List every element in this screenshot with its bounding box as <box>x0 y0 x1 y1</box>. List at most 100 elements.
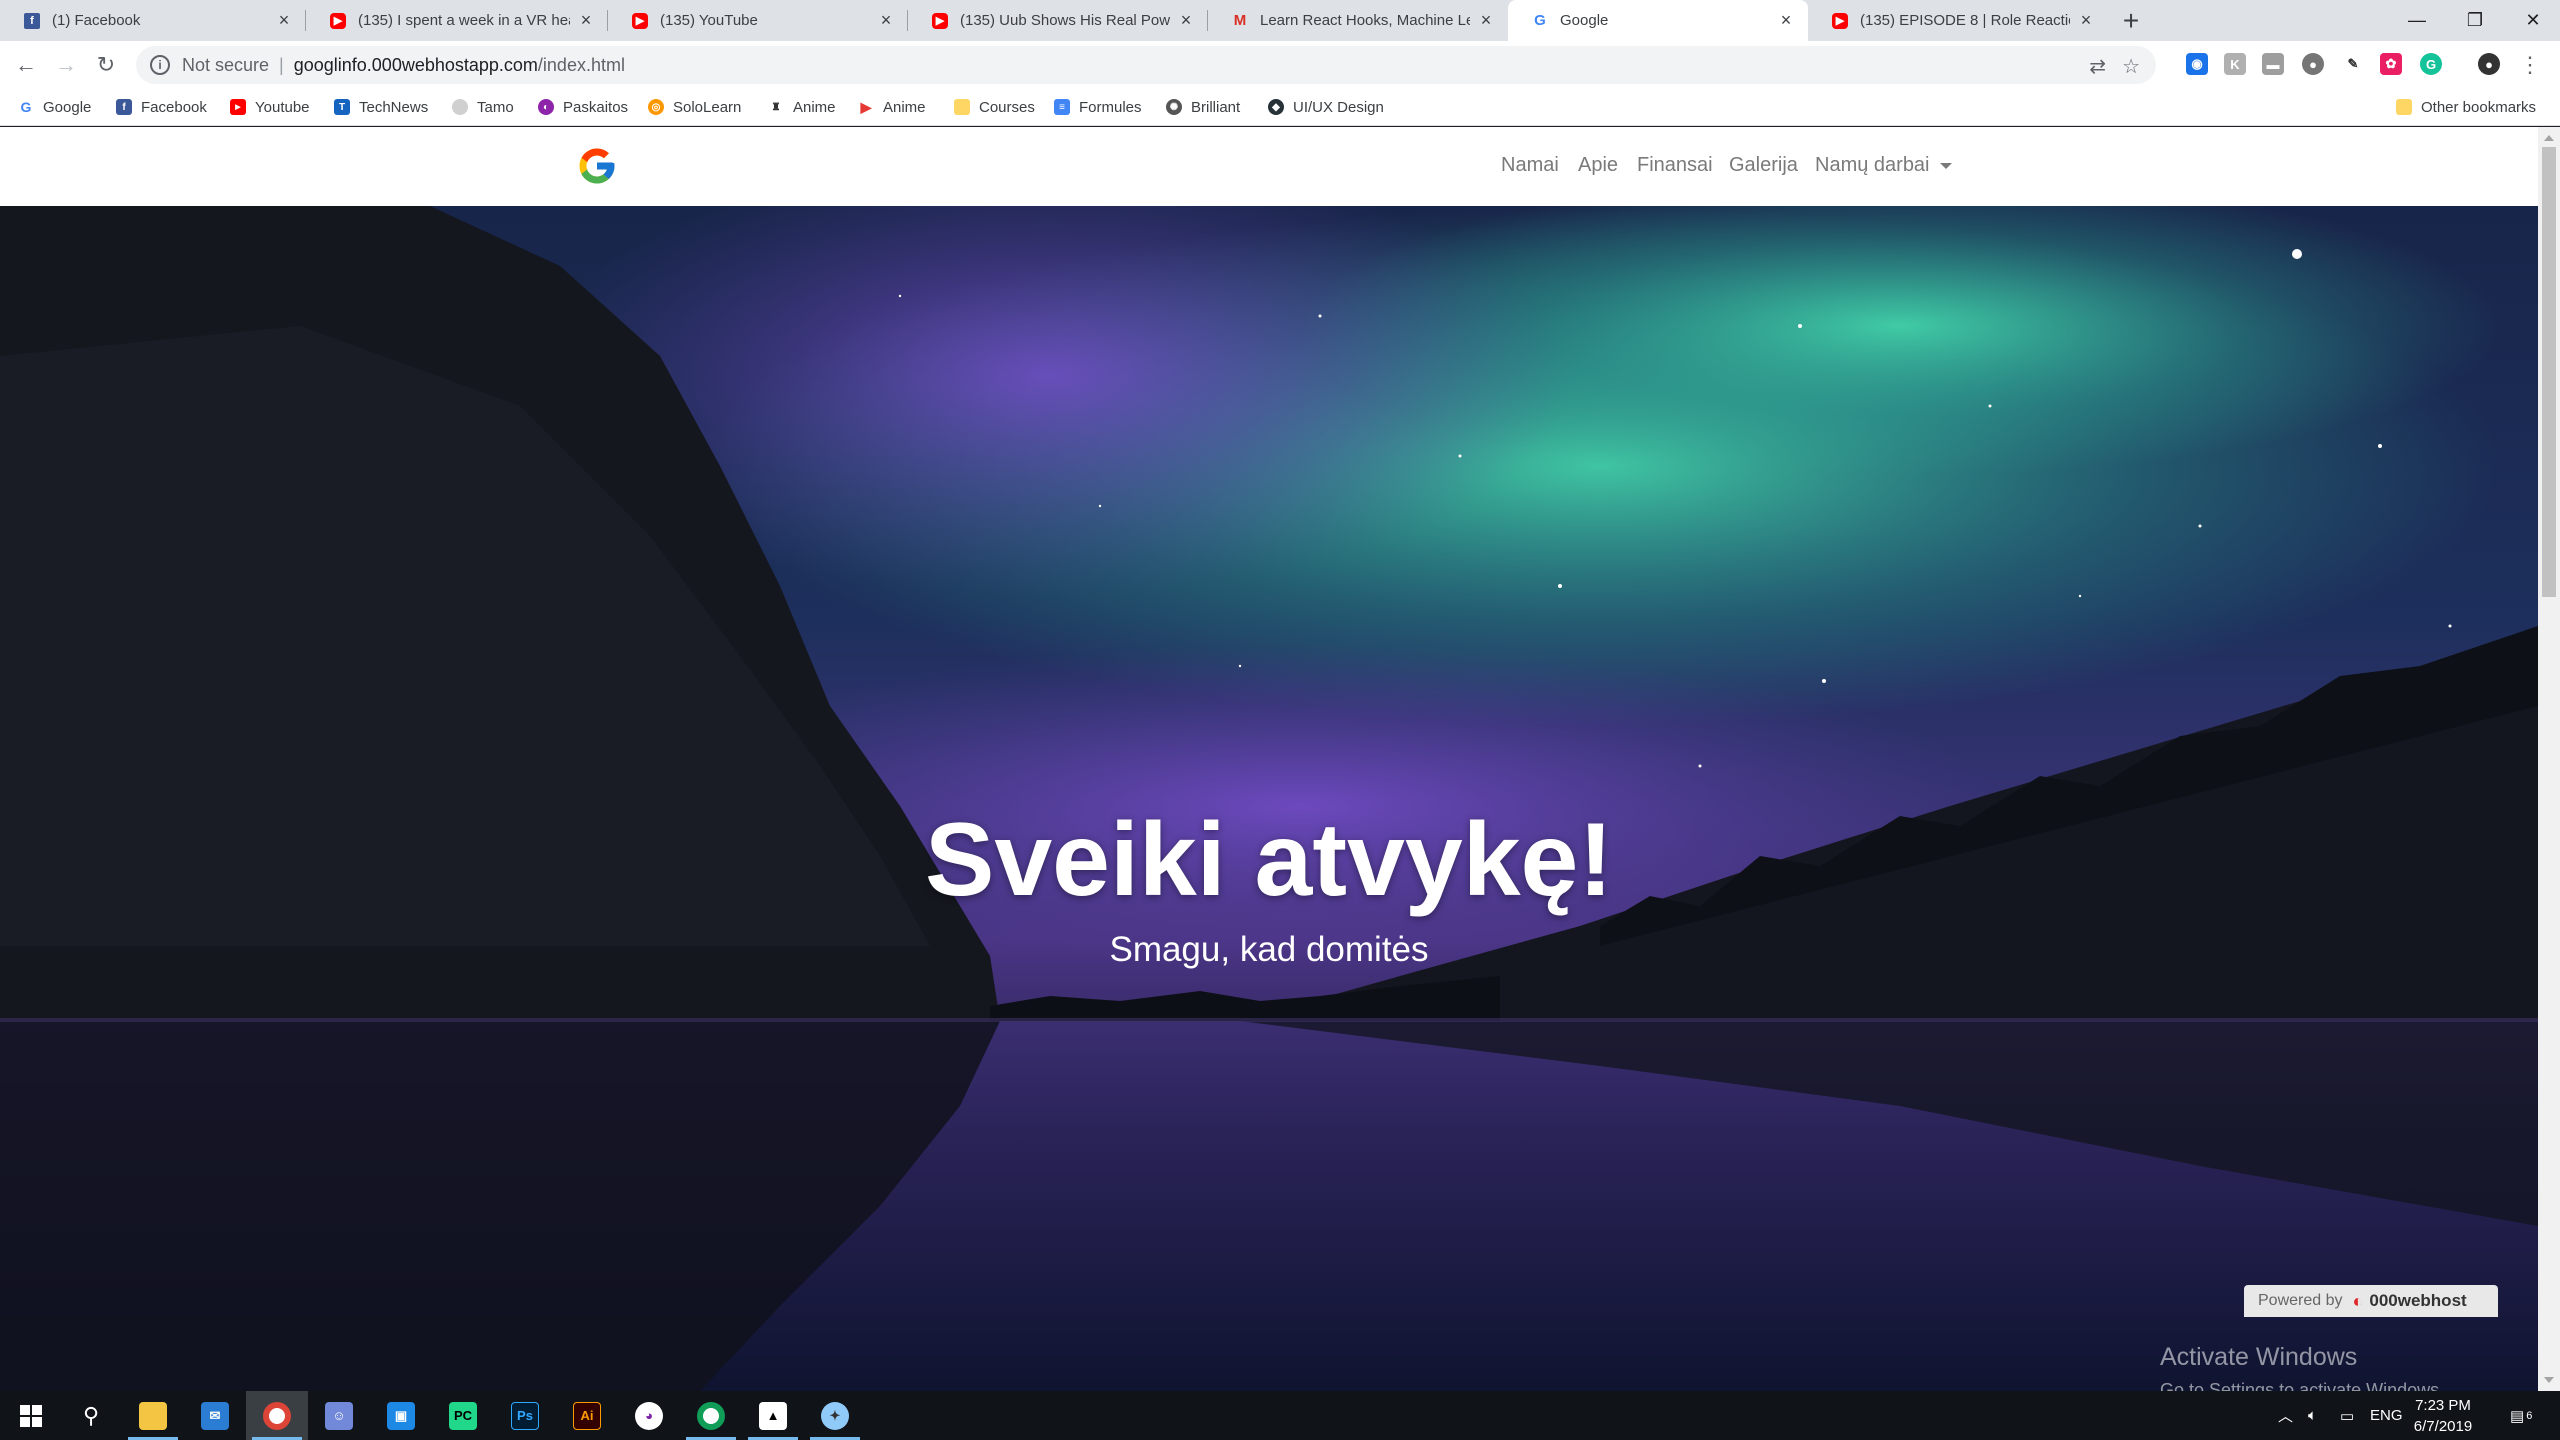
network-icon: ▭ <box>2340 1407 2355 1425</box>
extension-colorful-icon[interactable]: ✿ <box>2380 53 2402 75</box>
close-icon[interactable]: × <box>576 10 596 31</box>
restore-button[interactable]: ❐ <box>2446 0 2504 41</box>
nav-dropdown-namu-darbai[interactable]: Namų darbai <box>1815 154 1952 177</box>
illustrator-icon: Ai <box>573 1401 601 1430</box>
google-logo-icon[interactable] <box>576 145 618 187</box>
notification-count: 6 <box>2526 1409 2533 1422</box>
close-icon[interactable]: × <box>1476 10 1496 31</box>
start-button[interactable] <box>0 1391 62 1440</box>
minimize-button[interactable]: — <box>2388 0 2446 41</box>
extension-drive-icon[interactable]: ▬ <box>2262 53 2284 75</box>
tab-title: (135) I spent a week in a VR headset <box>358 12 570 29</box>
scrollbar[interactable] <box>2538 127 2560 1391</box>
bookmark-paskaitos[interactable]: ◐ Paskaitos <box>538 88 628 126</box>
nav-link-namai[interactable]: Namai <box>1501 154 1559 177</box>
nav-link-apie[interactable]: Apie <box>1578 154 1618 177</box>
taskbar-mail[interactable]: ✉ <box>184 1391 246 1440</box>
close-icon[interactable]: × <box>1776 10 1796 31</box>
youtube-icon: ▶ <box>1832 12 1848 29</box>
taskbar-photoshop[interactable]: Ps <box>494 1391 556 1440</box>
new-tab-button[interactable]: + <box>2116 5 2146 36</box>
facebook-icon: f <box>24 12 40 29</box>
taskbar-chrome[interactable] <box>246 1391 308 1440</box>
other-bookmarks[interactable]: Other bookmarks <box>2396 88 2536 126</box>
bookmark-brilliant[interactable]: ✺ Brilliant <box>1166 88 1240 126</box>
bookmark-formules[interactable]: ≡ Formules <box>1054 88 1142 126</box>
taskbar-paint[interactable]: ◕ <box>618 1391 680 1440</box>
search-button[interactable]: ⚲ <box>60 1391 122 1440</box>
web-page: Namai Apie Finansai Galerija Namų darbai <box>0 127 2560 1391</box>
translate-icon[interactable]: ⇄ <box>2089 54 2106 79</box>
aurora-lake-background <box>0 206 2538 1391</box>
tray-chevron[interactable]: ︿ <box>2278 1391 2293 1440</box>
taskbar-pycharm[interactable]: PC <box>432 1391 494 1440</box>
bookmark-courses[interactable]: Courses <box>954 88 1035 126</box>
google-icon: G <box>20 99 32 115</box>
tab-youtube[interactable]: ▶ (135) YouTube × <box>608 0 908 41</box>
tab-youtube-episode[interactable]: ▶ (135) EPISODE 8 | Role Reactions × <box>1808 0 2108 41</box>
grammarly-icon[interactable]: G <box>2420 53 2442 75</box>
bookmark-anime-play[interactable]: ▶ Anime <box>858 88 926 126</box>
network-button[interactable]: ▭ <box>2340 1391 2354 1440</box>
bookmark-sololearn[interactable]: ◎ SoloLearn <box>648 88 741 126</box>
bookmark-label: Formules <box>1079 98 1142 116</box>
activate-subtitle: Go to Settings to activate Windows. <box>2160 1380 2445 1391</box>
address-separator: | <box>279 54 284 75</box>
tab-youtube-vr[interactable]: ▶ (135) I spent a week in a VR headset × <box>306 0 608 41</box>
back-button[interactable]: ← <box>10 49 42 81</box>
star-icon[interactable]: ☆ <box>2122 54 2140 79</box>
tab-google[interactable]: G Google × <box>1508 0 1808 41</box>
close-icon[interactable]: × <box>1176 10 1196 31</box>
bookmark-technews[interactable]: T TechNews <box>334 88 428 126</box>
close-icon[interactable]: × <box>876 10 896 31</box>
tab-title: Google <box>1560 12 1609 29</box>
menu-button[interactable]: ⋮ <box>2514 49 2546 81</box>
bookmark-google[interactable]: G Google <box>18 88 92 126</box>
bookmark-uiux[interactable]: ◆ UI/UX Design <box>1268 88 1384 126</box>
taskbar-discord[interactable]: ☺ <box>308 1391 370 1440</box>
nav-link-galerija[interactable]: Galerija <box>1729 154 1798 177</box>
scroll-thumb[interactable] <box>2542 147 2556 597</box>
notifications-button[interactable]: ▤ 6 <box>2510 1391 2532 1440</box>
youtube-icon: ▶ <box>330 12 346 29</box>
activate-title: Activate Windows <box>2160 1343 2358 1371</box>
arrow-right-icon: → <box>55 52 77 77</box>
close-window-button[interactable]: ✕ <box>2504 0 2560 41</box>
address-bar[interactable]: i Not secure | googlinfo.000webhostapp.c… <box>136 46 2156 84</box>
scroll-down-icon[interactable] <box>2544 1377 2554 1383</box>
powered-label: Powered by <box>2258 1292 2343 1309</box>
taskbar-chrome-2[interactable] <box>680 1391 742 1440</box>
extension-blue-icon[interactable]: ◉ <box>2186 53 2208 75</box>
extension-circle-icon[interactable]: ● <box>2302 53 2324 75</box>
close-icon[interactable]: × <box>2076 10 2096 31</box>
bookmark-tamo[interactable]: Tamo <box>452 88 514 126</box>
close-icon[interactable]: × <box>274 10 294 31</box>
bookmark-youtube[interactable]: ▶ Youtube <box>230 88 310 126</box>
taskbar-illustrator[interactable]: Ai <box>556 1391 618 1440</box>
tab-gmail[interactable]: M Learn React Hooks, Machine Learning × <box>1208 0 1508 41</box>
scroll-up-icon[interactable] <box>2544 135 2554 141</box>
nav-link-finansai[interactable]: Finansai <box>1637 154 1713 177</box>
extension-eyedropper-icon[interactable]: ✎ <box>2342 53 2364 75</box>
extension-grey-icon[interactable]: K <box>2224 53 2246 75</box>
reload-button[interactable]: ↻ <box>90 49 122 81</box>
info-icon[interactable]: i <box>150 55 170 75</box>
taskbar-app-square[interactable]: ▣ <box>370 1391 432 1440</box>
clock-time: 7:23 PM <box>2415 1397 2471 1414</box>
powered-by-badge[interactable]: Powered by ◐ 000webhost <box>2244 1285 2498 1317</box>
bookmark-anime[interactable]: ♜ Anime <box>768 88 836 126</box>
system-clock[interactable]: 7:23 PM 6/7/2019 <box>2388 1395 2498 1437</box>
taskbar-file-explorer[interactable] <box>122 1391 184 1440</box>
folder-icon <box>954 99 970 115</box>
tab-facebook[interactable]: f (1) Facebook × <box>0 0 306 41</box>
taskbar-photos[interactable]: ▲ <box>742 1391 804 1440</box>
forward-button[interactable]: → <box>50 49 82 81</box>
photoshop-icon: Ps <box>511 1401 539 1430</box>
bookmark-label: Google <box>43 98 92 116</box>
tamo-icon <box>452 99 468 115</box>
tab-youtube-uub[interactable]: ▶ (135) Uub Shows His Real Power × <box>908 0 1208 41</box>
profile-avatar[interactable]: ● <box>2478 53 2500 75</box>
bookmark-facebook[interactable]: f Facebook <box>116 88 207 126</box>
volume-button[interactable]: 🔈︎ <box>2308 1391 2317 1440</box>
taskbar-app-bird[interactable]: ✦ <box>804 1391 866 1440</box>
